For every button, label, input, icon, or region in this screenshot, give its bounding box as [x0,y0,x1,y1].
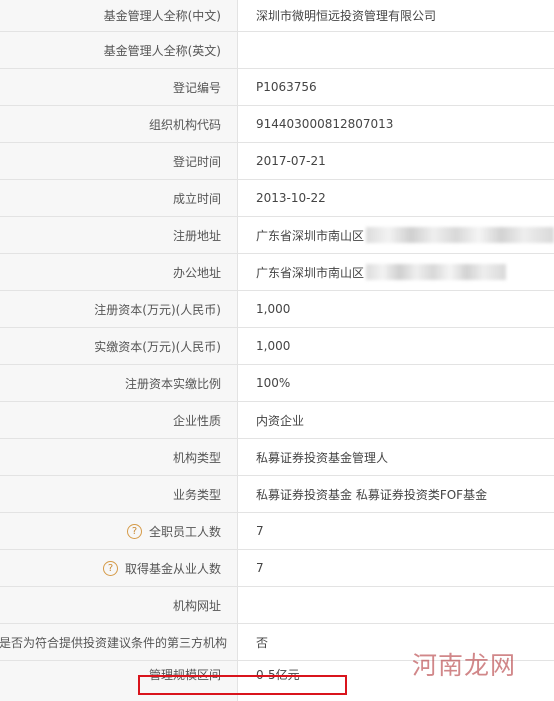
row-registration-number: 登记编号 P1063756 [0,69,554,106]
row-institution-type: 机构类型 私募证券投资基金管理人 [0,439,554,476]
row-value [238,587,554,623]
row-value: 7 [256,524,264,538]
row-fulltime-staff: ? 全职员工人数 7 [0,513,554,550]
highlight-box [138,675,347,695]
row-label: ? 全职员工人数 [0,513,238,549]
row-value: P1063756 [256,80,317,94]
row-value: 914403000812807013 [256,117,394,131]
row-value: 1,000 [256,339,291,353]
row-paid-ratio: 注册资本实缴比例 100% [0,365,554,402]
row-label: 登记编号 [0,69,238,105]
address-text: 广东省深圳市南山区 [256,228,365,243]
row-enterprise-nature: 企业性质 内资企业 [0,402,554,439]
row-label: 实缴资本(万元)(人民币) [0,328,238,364]
row-label: 业务类型 [0,476,238,512]
row-label: 注册资本实缴比例 [0,365,238,401]
row-label: 注册资本(万元)(人民币) [0,291,238,327]
row-value: 2013-10-22 [256,191,326,205]
row-office-address: 办公地址 广东省深圳市南山区 [0,254,554,291]
row-registered-address: 注册地址 广东省深圳市南山区 [0,217,554,254]
row-org-code: 组织机构代码 914403000812807013 [0,106,554,143]
row-english-name: 基金管理人全称(英文) [0,32,554,69]
row-chinese-name: 基金管理人全称(中文) 深圳市微明恒远投资管理有限公司 [0,0,554,32]
row-label: 基金管理人全称(中文) [0,0,238,31]
label-text: 全职员工人数 [148,524,221,539]
watermark: 河南龙网 [411,651,516,680]
row-value: 广东省深圳市南山区 [238,254,554,290]
row-website: 机构网址 [0,587,554,624]
row-label: 注册地址 [0,217,238,253]
blurred-address [366,227,554,243]
row-value: 内资企业 [256,413,305,428]
row-registration-date: 登记时间 2017-07-21 [0,143,554,180]
row-value: 深圳市微明恒远投资管理有限公司 [256,9,437,23]
row-establishment-date: 成立时间 2013-10-22 [0,180,554,217]
row-label: 办公地址 [0,254,238,290]
row-label: 企业性质 [0,402,238,438]
row-label: 基金管理人全称(英文) [0,32,238,68]
address-text: 广东省深圳市南山区 [256,265,365,280]
row-value: 私募证券投资基金 私募证券投资类FOF基金 [256,487,488,502]
row-label: 是否为符合提供投资建议条件的第三方机构 [0,624,238,660]
row-paid-capital: 实缴资本(万元)(人民币) 1,000 [0,328,554,365]
row-registered-capital: 注册资本(万元)(人民币) 1,000 [0,291,554,328]
row-business-type: 业务类型 私募证券投资基金 私募证券投资类FOF基金 [0,476,554,513]
blurred-address [366,264,507,280]
fund-manager-info-table: 基金管理人全称(中文) 深圳市微明恒远投资管理有限公司 基金管理人全称(英文) … [0,0,554,701]
row-value: 广东省深圳市南山区 [238,217,554,253]
row-label: 机构类型 [0,439,238,475]
row-value: 7 [256,561,264,575]
help-icon[interactable]: ? [102,560,118,576]
row-value [238,32,554,68]
row-label: 成立时间 [0,180,238,216]
label-text: 取得基金从业人数 [124,561,221,576]
row-value: 私募证券投资基金管理人 [256,450,389,465]
row-label: 组织机构代码 [0,106,238,142]
row-value: 2017-07-21 [256,154,326,168]
row-label: 机构网址 [0,587,238,623]
row-qualified-staff: ? 取得基金从业人数 7 [0,550,554,587]
help-icon[interactable]: ? [126,523,142,539]
row-label: 登记时间 [0,143,238,179]
row-label: ? 取得基金从业人数 [0,550,238,586]
row-value: 100% [256,376,291,390]
row-value: 1,000 [256,302,291,316]
